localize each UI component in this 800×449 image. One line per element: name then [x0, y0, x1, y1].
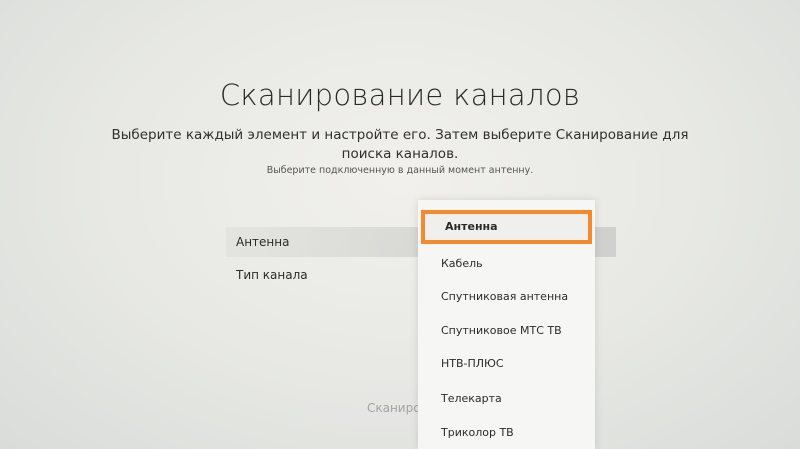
- dropdown-item-telekarta[interactable]: Телекарта: [418, 382, 595, 416]
- dropdown-item-cable[interactable]: Кабель: [418, 247, 595, 281]
- dropdown-item-satellite[interactable]: Спутниковая антенна: [418, 280, 595, 314]
- dropdown-item-ntv-plus[interactable]: НТВ-ПЛЮС: [418, 347, 595, 381]
- antenna-dropdown[interactable]: Антенна Кабель Спутниковая антенна Спутн…: [418, 200, 595, 449]
- dropdown-item-mts-tv[interactable]: Спутниковое МТС ТВ: [418, 314, 595, 348]
- setting-antenna-label: Антенна: [236, 235, 290, 249]
- dropdown-item-antenna[interactable]: Антенна: [421, 210, 592, 244]
- page-title: Сканирование каналов: [219, 78, 581, 112]
- setting-channel-type-label: Тип канала: [236, 268, 308, 282]
- page-hint: Выберите подключенную в данный момент ан…: [266, 165, 534, 176]
- dropdown-item-tricolor[interactable]: Триколор ТВ: [418, 416, 595, 449]
- page-description: Выберите каждый элемент и настройте его.…: [111, 127, 689, 162]
